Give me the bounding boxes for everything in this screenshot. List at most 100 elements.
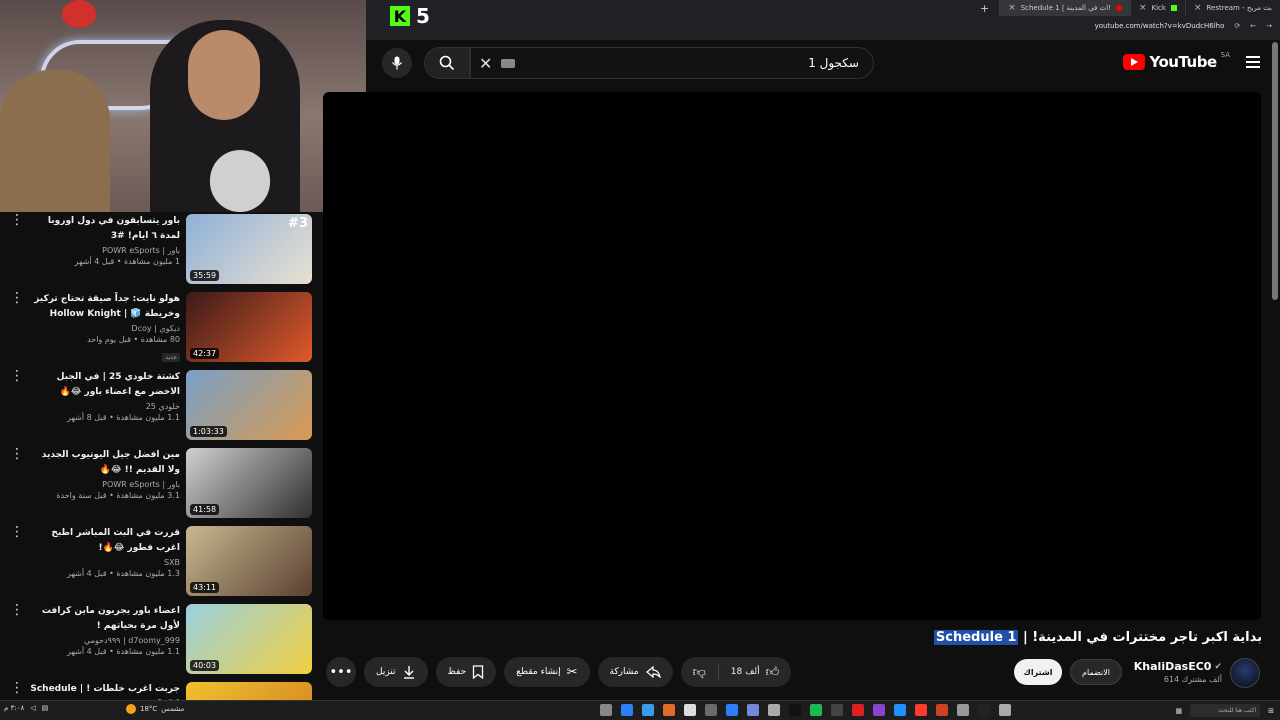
clip-button[interactable]: إنشاء مقطع ✂ — [504, 657, 590, 687]
taskbar-search[interactable]: اكتب هنا للبحث — [1190, 704, 1261, 717]
channel-avatar[interactable] — [1230, 658, 1260, 688]
more-vertical-icon[interactable]: ⋮ — [10, 603, 24, 617]
url-text[interactable]: youtube.com/watch?v=kvDudcH6lho — [1095, 22, 1225, 30]
kick-logo-icon: K — [390, 6, 410, 26]
more-vertical-icon[interactable]: ⋮ — [10, 447, 24, 461]
recommendation-channel[interactable]: d7oomy_999 | ٩٩٩دحومي — [30, 636, 180, 645]
taskbar-app-icon[interactable] — [768, 704, 780, 716]
recommendation-thumbnail[interactable]: 43:11 — [186, 526, 312, 596]
network-icon[interactable]: ▤ — [42, 704, 49, 712]
recommendation-item[interactable]: ⋮ اعضاء باور يجربون ماين كرافت لأول مرة … — [0, 602, 316, 676]
search-button[interactable] — [424, 47, 470, 79]
more-vertical-icon[interactable]: ⋮ — [10, 525, 24, 539]
recommendation-channel[interactable]: SXB — [30, 558, 180, 567]
taskbar-app-icon[interactable] — [957, 704, 969, 716]
recommendation-channel[interactable]: باور | POWR eSports — [30, 246, 180, 255]
download-button[interactable]: تنزيل — [364, 657, 428, 687]
subscribe-button[interactable]: اشتراك — [1014, 659, 1062, 685]
taskbar-app-icon[interactable] — [831, 704, 843, 716]
recommendation-channel[interactable]: باور | POWR eSports — [30, 480, 180, 489]
taskbar-app-icon[interactable] — [747, 704, 759, 716]
forward-icon[interactable]: → — [1266, 22, 1272, 30]
save-button[interactable]: حفظ — [435, 657, 497, 687]
menu-icon[interactable] — [1246, 56, 1260, 68]
tab-kick[interactable]: × Kick — [1129, 0, 1185, 16]
streamer-guest — [0, 70, 110, 212]
recommendation-title[interactable]: هولو نايت: جداً صيقة تحتاج تركيز وخريطة … — [30, 292, 180, 322]
page-scrollbar[interactable] — [1272, 42, 1278, 300]
recommendations-list: ⋮ باور يتسابقون في دول اوروبا لمدة ٦ ايا… — [0, 212, 316, 700]
tab-restream[interactable]: × Restream - بث مريح — [1184, 0, 1280, 16]
recommendation-title[interactable]: مين افضل جيل اليوتيوب الجديد ولا القديم … — [30, 448, 180, 478]
taskbar-app-icon[interactable] — [705, 704, 717, 716]
search-input[interactable]: ✕ سكجول 1 — [470, 47, 874, 79]
recommendation-title[interactable]: جربت اغرب خلطات ! | Schedule 1 #4 — [30, 682, 180, 700]
taskbar-app-icon[interactable] — [600, 704, 612, 716]
more-actions-button[interactable]: ••• — [326, 657, 356, 687]
taskbar-app-icon[interactable] — [915, 704, 927, 716]
new-tab-button[interactable]: + — [970, 2, 999, 15]
recommendation-item[interactable]: ⋮ قررت في البث المباشر اطبخ اغرب فطور 😂🔥… — [0, 524, 316, 598]
volume-icon[interactable]: ◁ — [30, 704, 35, 712]
recommendation-item[interactable]: ⋮ باور يتسابقون في دول اوروبا لمدة ٦ ايا… — [0, 212, 316, 286]
taskbar-app-icon[interactable] — [852, 704, 864, 716]
weather-widget[interactable]: 18°C مشمس — [126, 704, 184, 714]
taskbar-app-icon[interactable] — [726, 704, 738, 716]
recommendation-title[interactable]: قررت في البث المباشر اطبخ اغرب فطور 😂🔥! — [30, 526, 180, 556]
search-query[interactable]: سكجول 1 — [808, 56, 859, 70]
more-vertical-icon[interactable]: ⋮ — [10, 213, 24, 227]
video-player[interactable] — [323, 92, 1261, 620]
recommendation-item[interactable]: ⋮ هولو نايت: جداً صيقة تحتاج تركيز وخريط… — [0, 290, 316, 364]
recommendation-item[interactable]: ⋮ كشتة خلودي 25 | في الجبل الاخضر مع اعض… — [0, 368, 316, 442]
more-vertical-icon[interactable]: ⋮ — [10, 369, 24, 383]
taskbar-app-icon[interactable] — [663, 704, 675, 716]
more-vertical-icon[interactable]: ⋮ — [10, 681, 24, 695]
more-vertical-icon[interactable]: ⋮ — [10, 291, 24, 305]
dislike-button[interactable]: 👎︎ — [681, 657, 718, 687]
taskbar-app-icon[interactable] — [894, 704, 906, 716]
recommendation-thumbnail[interactable]: 41:58 — [186, 448, 312, 518]
close-tab-icon[interactable]: × — [1194, 3, 1202, 13]
recommendation-title[interactable]: باور يتسابقون في دول اوروبا لمدة ٦ ايام!… — [30, 214, 180, 244]
recommendation-item[interactable]: ⋮ جربت اغرب خلطات ! | Schedule 1 #4 — [0, 680, 316, 700]
back-icon[interactable]: ← — [1250, 22, 1256, 30]
close-tab-icon[interactable]: × — [1139, 3, 1147, 13]
taskbar-app-icon[interactable] — [621, 704, 633, 716]
recommendation-thumbnail[interactable]: 40:03 — [186, 604, 312, 674]
taskbar-app-icon[interactable] — [873, 704, 885, 716]
task-view-icon[interactable]: ▦ — [1176, 707, 1183, 715]
taskbar-app-icon[interactable] — [789, 704, 801, 716]
taskbar-app-icon[interactable] — [978, 704, 990, 716]
voice-search-button[interactable] — [382, 48, 412, 78]
youtube-logo[interactable]: YouTube SA — [1123, 51, 1230, 71]
taskbar-app-icon[interactable] — [810, 704, 822, 716]
taskbar-app-icon[interactable] — [684, 704, 696, 716]
like-button[interactable]: 18 ألف 👍︎ — [719, 657, 791, 687]
recommendation-thumbnail[interactable] — [186, 682, 312, 700]
taskbar-app-icon[interactable] — [999, 704, 1011, 716]
recommendation-title[interactable]: كشتة خلودي 25 | في الجبل الاخضر مع اعضاء… — [30, 370, 180, 400]
recommendation-channel[interactable]: خلودي 25 — [30, 402, 180, 411]
channel-name-text[interactable]: KhaliDasEC0 — [1134, 660, 1212, 673]
clear-search-icon[interactable]: ✕ — [479, 54, 492, 73]
recommendation-thumbnail[interactable]: 42:37 — [186, 292, 312, 362]
recommendation-title[interactable]: اعضاء باور يجربون ماين كرافت لأول مرة بح… — [30, 604, 180, 634]
clock[interactable]: ٣:٠٨ م — [4, 704, 24, 712]
verified-icon: ✔ — [1214, 661, 1222, 672]
reload-icon[interactable]: ⟳ — [1234, 22, 1240, 30]
duration-badge: 43:11 — [190, 582, 220, 593]
channel-name[interactable]: KhaliDasEC0 ✔ — [1134, 660, 1222, 673]
join-button[interactable]: الانضمام — [1070, 659, 1122, 685]
recommendation-item[interactable]: ⋮ مين افضل جيل اليوتيوب الجديد ولا القدي… — [0, 446, 316, 520]
close-tab-icon[interactable]: × — [1008, 3, 1016, 13]
address-bar[interactable]: youtube.com/watch?v=kvDudcH6lho ⟳ ← → — [1095, 22, 1272, 30]
taskbar-app-icon[interactable] — [936, 704, 948, 716]
windows-start-icon[interactable]: ⊞ — [1268, 707, 1274, 715]
recommendation-thumbnail[interactable]: #3 35:59 — [186, 214, 312, 284]
tab-youtube[interactable]: × Schedule 1 | اث في المدينة! — [999, 0, 1130, 16]
share-button[interactable]: مشاركة — [597, 657, 673, 687]
taskbar-app-icon[interactable] — [642, 704, 654, 716]
keyboard-icon[interactable] — [501, 59, 515, 68]
recommendation-thumbnail[interactable]: 1:03:33 — [186, 370, 312, 440]
recommendation-channel[interactable]: ديكوي | Dcoy — [30, 324, 180, 333]
